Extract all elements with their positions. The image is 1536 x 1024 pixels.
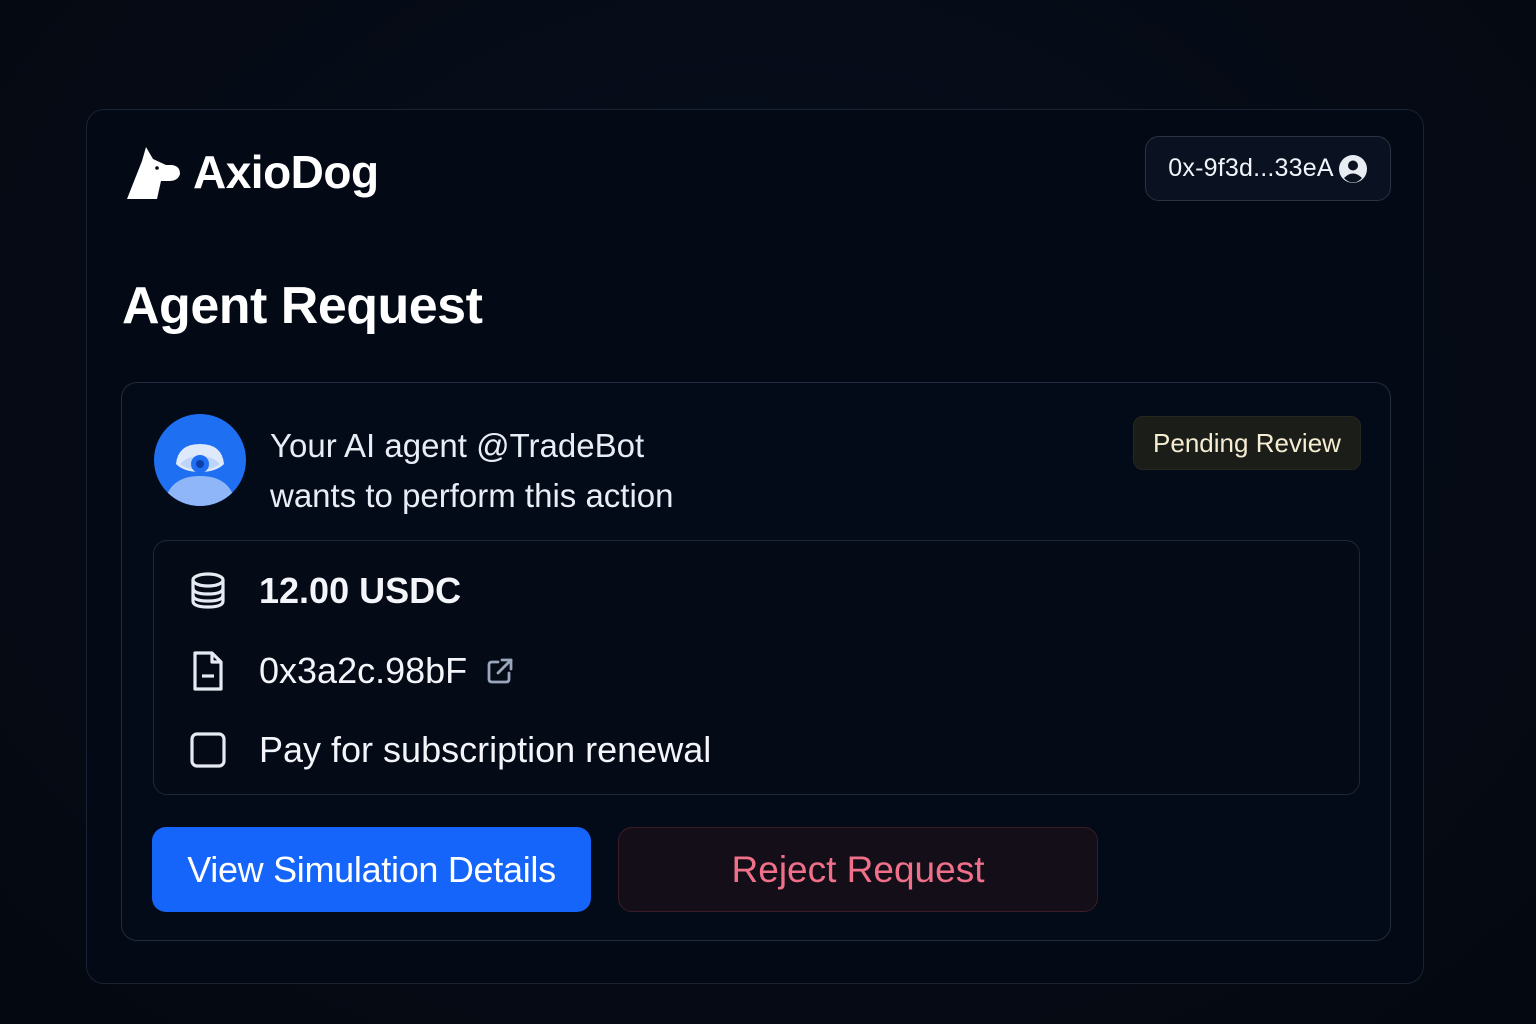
coins-stack-icon	[188, 569, 228, 613]
wallet-button[interactable]: 0x-9f3d...33eA	[1145, 136, 1391, 201]
status-badge: Pending Review	[1133, 416, 1361, 470]
agent-message: Your AI agent @TradeBot wants to perform…	[270, 421, 674, 521]
action-details: 12.00 USDC 0x3a2c.98bF Pay for subscript…	[153, 540, 1360, 795]
request-panel: AxioDog 0x-9f3d...33eA Agent Request You…	[86, 109, 1424, 984]
brand: AxioDog	[123, 144, 379, 200]
page: AxioDog 0x-9f3d...33eA Agent Request You…	[0, 0, 1536, 1024]
dog-head-logo-icon	[127, 147, 180, 199]
view-simulation-button[interactable]: View Simulation Details	[152, 827, 591, 912]
wallet-address: 0x-9f3d...33eA	[1168, 154, 1334, 182]
detail-row-contract: 0x3a2c.98bF	[188, 649, 515, 693]
document-icon	[188, 649, 228, 693]
brand-name: AxioDog	[193, 146, 379, 198]
amount-value: 12.00 USDC	[259, 570, 462, 611]
checkbox-icon[interactable]	[188, 728, 228, 772]
external-link-icon[interactable]	[485, 656, 515, 686]
page-title: Agent Request	[122, 277, 483, 335]
action-description: Pay for subscription renewal	[259, 729, 712, 770]
eye-avatar-icon	[154, 414, 246, 506]
agent-message-line1: Your AI agent @TradeBot	[270, 427, 645, 464]
agent-message-line2: wants to perform this action	[270, 477, 674, 514]
reject-request-button[interactable]: Reject Request	[618, 827, 1098, 912]
user-circle-icon	[1338, 154, 1367, 183]
contract-address: 0x3a2c.98bF	[259, 650, 468, 691]
detail-row-description: Pay for subscription renewal	[188, 728, 711, 772]
detail-row-amount: 12.00 USDC	[188, 569, 461, 613]
request-card: Your AI agent @TradeBot wants to perform…	[121, 382, 1391, 941]
